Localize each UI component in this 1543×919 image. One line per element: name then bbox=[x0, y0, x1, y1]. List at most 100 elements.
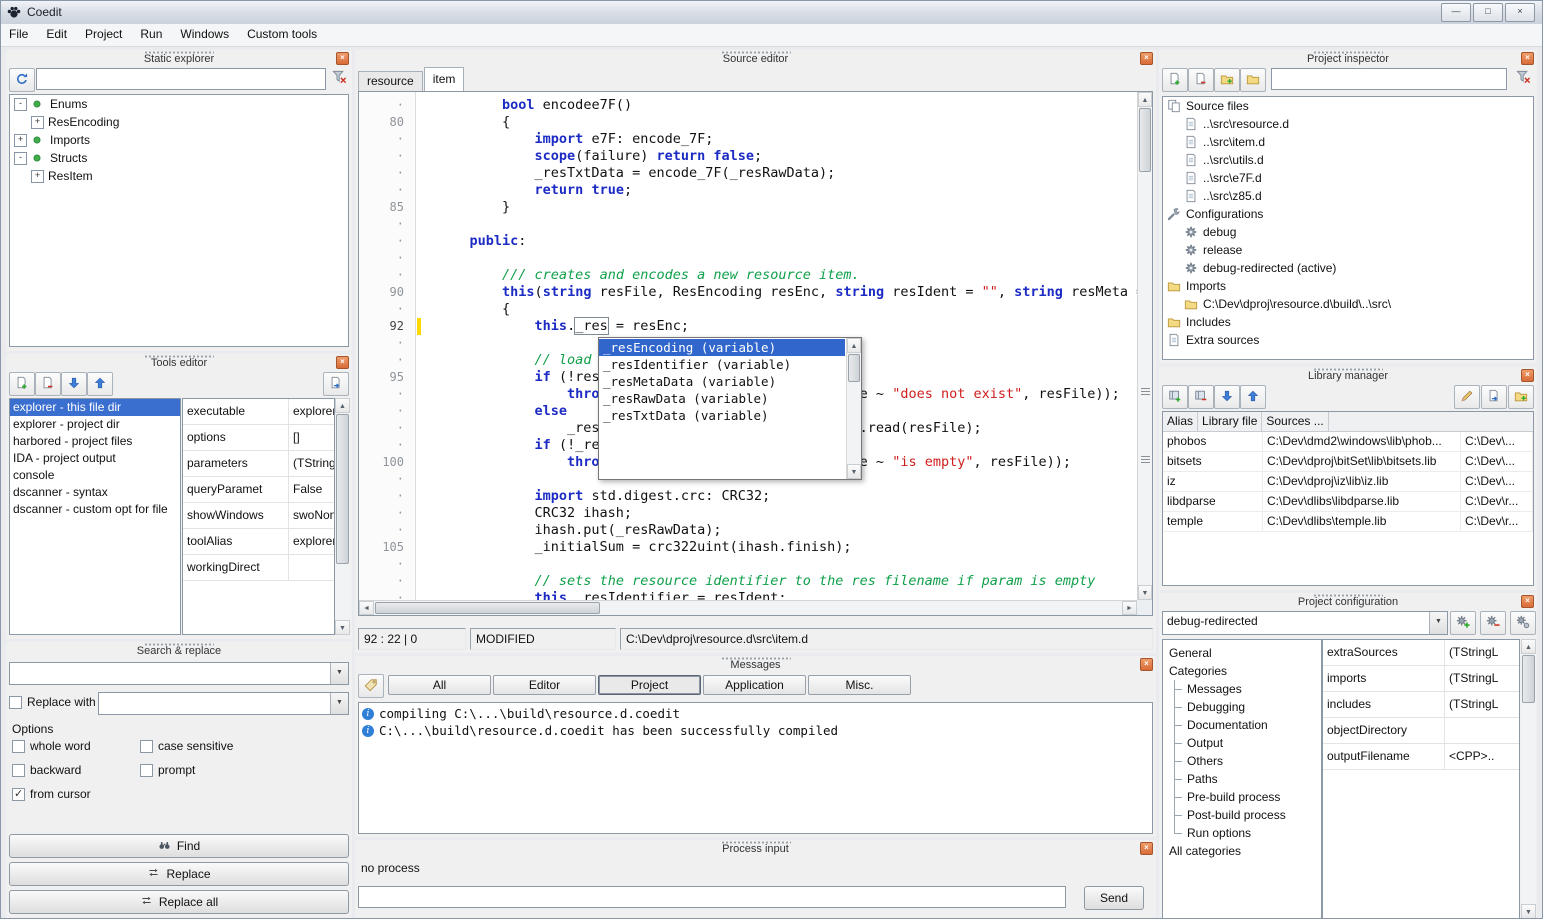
replace-button[interactable]: Replace bbox=[9, 862, 349, 886]
scroll-left-icon[interactable]: ◄ bbox=[359, 601, 374, 615]
menu-item[interactable]: File bbox=[0, 24, 37, 44]
library-from-file-button[interactable] bbox=[1481, 385, 1507, 409]
move-library-up-button[interactable] bbox=[1240, 385, 1266, 409]
search-option[interactable]: backward bbox=[12, 762, 140, 778]
panel-header[interactable]: Messages × bbox=[355, 656, 1156, 671]
code-line[interactable]: · CRC32 ihash; bbox=[359, 505, 1137, 522]
code-line[interactable]: · import std.digest.crc: CRC32; bbox=[359, 488, 1137, 505]
scroll-thumb[interactable] bbox=[336, 414, 349, 564]
category-item[interactable]: Debugging bbox=[1163, 698, 1321, 716]
editor-tab[interactable]: resource bbox=[358, 71, 423, 91]
chevron-down-icon[interactable]: ▼ bbox=[330, 693, 348, 714]
checkbox[interactable] bbox=[140, 740, 153, 753]
menu-item[interactable]: Windows bbox=[171, 24, 238, 44]
tree-item[interactable]: Extra sources bbox=[1163, 331, 1533, 349]
tree-item[interactable]: + ResEncoding bbox=[10, 113, 348, 131]
category-item[interactable]: Run options bbox=[1163, 824, 1321, 842]
close-panel-icon[interactable]: × bbox=[336, 52, 349, 65]
tool-list-item[interactable]: dscanner - custom opt for file bbox=[10, 501, 180, 518]
tree-item[interactable]: ..\src\z85.d bbox=[1163, 187, 1533, 205]
add-folder-button[interactable] bbox=[1214, 68, 1240, 92]
execute-tool-button[interactable] bbox=[323, 372, 349, 396]
tool-list-item[interactable]: dscanner - syntax bbox=[10, 484, 180, 501]
library-table-header[interactable]: AliasLibrary fileSources ... bbox=[1163, 412, 1533, 432]
tree-item[interactable]: + Imports bbox=[10, 131, 348, 149]
code-line[interactable]: 92 this._res = resEnc; bbox=[359, 318, 1137, 335]
panel-header[interactable]: Library manager × bbox=[1159, 367, 1537, 382]
completion-item[interactable]: _resEncoding (variable) bbox=[599, 339, 845, 356]
code-line[interactable]: · bbox=[359, 556, 1137, 573]
property-value[interactable]: explorer bbox=[289, 399, 334, 424]
property-row[interactable]: queryParamet False bbox=[183, 477, 334, 503]
property-row[interactable]: options [] bbox=[183, 425, 334, 451]
code-line[interactable]: · scope(failure) return false; bbox=[359, 148, 1137, 165]
table-row[interactable]: iz C:\Dev\dproj\iz\lib\iz.lib C:\Dev\... bbox=[1163, 472, 1533, 492]
replace-term-combo[interactable]: ▼ bbox=[98, 692, 349, 715]
tool-list-item[interactable]: IDA - project output bbox=[10, 450, 180, 467]
panel-header[interactable]: Static explorer × bbox=[6, 50, 352, 65]
code-line[interactable]: 80 { bbox=[359, 114, 1137, 131]
scroll-down-icon[interactable]: ▼ bbox=[1521, 904, 1536, 919]
tool-properties-grid[interactable]: executable explorer options [] parameter… bbox=[182, 398, 335, 635]
property-row[interactable]: outputFilename <CPP>.. bbox=[1323, 744, 1519, 770]
code-line[interactable]: · this._resIdentifier = resIdent; bbox=[359, 590, 1137, 600]
menu-item[interactable]: Edit bbox=[37, 24, 76, 44]
property-row[interactable]: executable explorer bbox=[183, 399, 334, 425]
completion-item[interactable]: _resTxtData (variable) bbox=[599, 407, 845, 424]
chevron-down-icon[interactable]: ▼ bbox=[1429, 612, 1447, 634]
property-row[interactable]: workingDirect bbox=[183, 555, 334, 581]
property-value[interactable]: (TStringL bbox=[289, 451, 334, 476]
close-panel-icon[interactable]: × bbox=[1140, 52, 1153, 65]
scroll-up-icon[interactable]: ▲ bbox=[1138, 92, 1152, 107]
message-row[interactable]: compiling C:\...\build\resource.d.coedit bbox=[359, 705, 1152, 722]
category-item[interactable]: Output bbox=[1163, 734, 1321, 752]
remove-library-button[interactable] bbox=[1188, 385, 1214, 409]
code-line[interactable]: · public: bbox=[359, 233, 1137, 250]
scroll-thumb[interactable] bbox=[375, 602, 600, 614]
scroll-up-icon[interactable]: ▲ bbox=[1521, 639, 1536, 654]
checkbox[interactable] bbox=[140, 764, 153, 777]
menu-item[interactable]: Project bbox=[76, 24, 131, 44]
scroll-down-icon[interactable]: ▼ bbox=[847, 464, 861, 479]
scroll-up-icon[interactable]: ▲ bbox=[335, 398, 350, 413]
message-row[interactable]: C:\...\build\resource.d.coedit has been … bbox=[359, 722, 1152, 739]
move-tool-down-button[interactable] bbox=[61, 372, 87, 396]
scroll-up-icon[interactable]: ▲ bbox=[847, 338, 861, 353]
category-item[interactable]: Categories bbox=[1163, 662, 1321, 680]
clone-configuration-button[interactable] bbox=[1510, 611, 1536, 635]
filter-clear-icon[interactable] bbox=[1513, 68, 1533, 88]
category-item[interactable]: Pre-build process bbox=[1163, 788, 1321, 806]
library-from-folder-button[interactable] bbox=[1508, 385, 1534, 409]
property-row[interactable]: includes (TStringL bbox=[1323, 692, 1519, 718]
scroll-down-icon[interactable]: ▼ bbox=[335, 620, 350, 635]
configuration-selector[interactable]: debug-redirected ▼ bbox=[1162, 611, 1448, 635]
add-library-button[interactable] bbox=[1162, 385, 1188, 409]
configuration-scrollbar[interactable]: ▲ ▼ bbox=[1521, 639, 1536, 919]
property-row[interactable]: showWindows swoNon bbox=[183, 503, 334, 529]
property-value[interactable]: explorer bbox=[289, 529, 334, 554]
completion-item[interactable]: _resRawData (variable) bbox=[599, 390, 845, 407]
symbol-search-input[interactable] bbox=[36, 68, 326, 90]
editor-horizontal-scrollbar[interactable]: ◄ ► bbox=[359, 600, 1137, 615]
table-row[interactable]: libdparse C:\Dev\dlibs\libdparse.lib C:\… bbox=[1163, 492, 1533, 512]
expander-icon[interactable]: - bbox=[14, 98, 27, 111]
category-item[interactable]: Documentation bbox=[1163, 716, 1321, 734]
column-header[interactable]: Alias bbox=[1163, 412, 1198, 431]
table-row[interactable]: phobos C:\Dev\dmd2\windows\lib\phob... C… bbox=[1163, 432, 1533, 452]
property-value[interactable]: (TStringL bbox=[1445, 692, 1519, 717]
tree-item[interactable]: debug-redirected (active) bbox=[1163, 259, 1533, 277]
tree-item[interactable]: Configurations bbox=[1163, 205, 1533, 223]
scroll-thumb[interactable] bbox=[1139, 108, 1151, 172]
panel-header[interactable]: Search & replace bbox=[6, 642, 352, 657]
expander-icon[interactable]: - bbox=[14, 152, 27, 165]
tree-item[interactable]: + ResItem bbox=[10, 167, 348, 185]
tree-item[interactable]: Source files bbox=[1163, 97, 1533, 115]
code-line[interactable]: · ihash.put(_resRawData); bbox=[359, 522, 1137, 539]
remove-configuration-button[interactable] bbox=[1480, 611, 1506, 635]
code-line[interactable]: · { bbox=[359, 301, 1137, 318]
code-line[interactable]: · import e7F: encode_7F; bbox=[359, 131, 1137, 148]
expander-icon[interactable]: + bbox=[31, 170, 44, 183]
tree-item[interactable]: ..\src\utils.d bbox=[1163, 151, 1533, 169]
title-bar[interactable]: Coedit — □ × bbox=[0, 0, 1543, 25]
tree-item[interactable]: - Enums bbox=[10, 95, 348, 113]
